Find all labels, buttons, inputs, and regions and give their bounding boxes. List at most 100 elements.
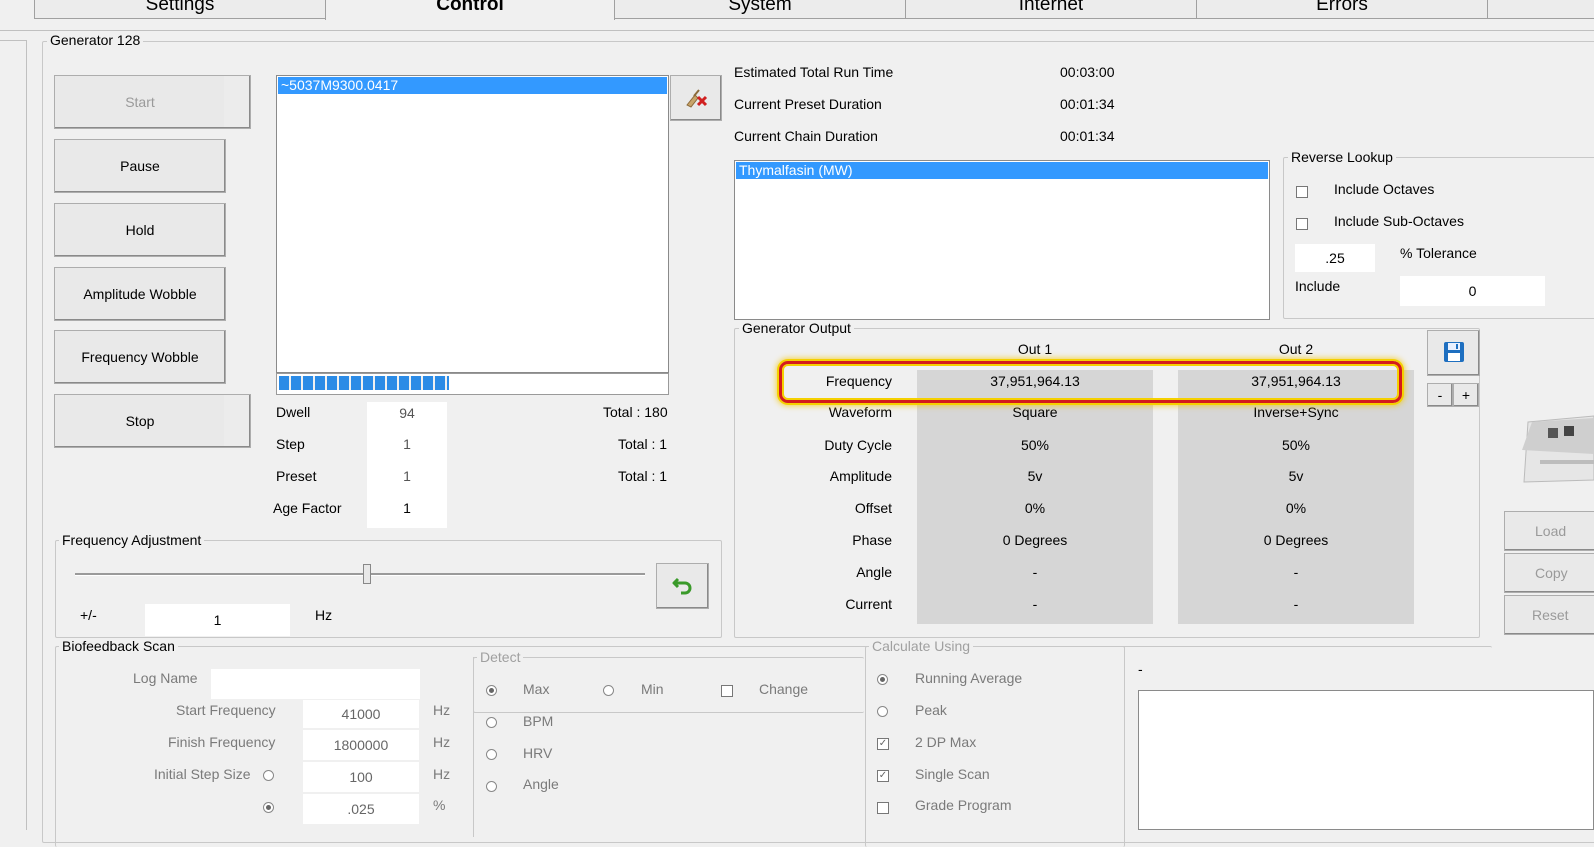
amplitude-wobble-button[interactable]: Amplitude Wobble [54, 267, 226, 321]
out2-waveform: Inverse+Sync [1253, 404, 1339, 420]
running-average-radio[interactable] [877, 674, 888, 685]
save-output-button[interactable] [1427, 330, 1480, 376]
start-button[interactable]: Start [54, 75, 226, 129]
reset-adjustment-button[interactable] [656, 563, 709, 609]
pause-button[interactable]: Pause [54, 139, 226, 193]
tab-errors[interactable]: Errors [1196, 0, 1488, 19]
device-image [1518, 410, 1594, 484]
tab-system[interactable]: System [614, 0, 906, 19]
generator-title: Generator 128 [47, 32, 144, 48]
angle-radio[interactable] [486, 781, 497, 792]
log-name-input[interactable] [211, 669, 420, 699]
tab-internet[interactable]: Internet [905, 0, 1197, 19]
grade-program-checkbox[interactable] [877, 802, 889, 814]
adjust-step-input[interactable] [145, 604, 290, 636]
dwell-progress-fill [279, 376, 449, 390]
generator-output-title: Generator Output [739, 320, 854, 336]
frequency-slider-thumb[interactable] [363, 564, 371, 584]
detect-title: Detect [477, 649, 524, 665]
estimated-run-time-label: Estimated Total Run Time [734, 64, 894, 80]
program-list[interactable]: ~5037M9300.0417 [276, 75, 669, 373]
detect-change-checkbox[interactable] [721, 685, 733, 697]
biofeedback-title: Biofeedback Scan [59, 638, 178, 654]
chain-duration-label: Current Chain Duration [734, 128, 878, 144]
step-size-hz-radio[interactable] [263, 770, 274, 781]
dp-max-label: 2 DP Max [915, 734, 977, 750]
initial-step-size-input[interactable] [303, 762, 419, 792]
age-factor-label: Age Factor [273, 500, 342, 516]
increment-button[interactable]: + [1453, 383, 1479, 407]
include-count-input[interactable] [1400, 276, 1545, 306]
preset-total: Total : 1 [618, 468, 668, 484]
preset-list-item[interactable]: Thymalfasin (MW) [736, 162, 1268, 179]
out2-amplitude: 5v [1288, 468, 1304, 484]
preset-list[interactable]: Thymalfasin (MW) [734, 160, 1270, 320]
tab-settings[interactable]: Settings [34, 0, 326, 19]
detect-divider [473, 657, 474, 837]
tolerance-input[interactable] [1295, 244, 1375, 272]
finish-frequency-input[interactable] [303, 730, 419, 760]
dwell-value: 94 [367, 402, 447, 430]
running-average-label: Running Average [915, 670, 1023, 686]
tab-overflow[interactable] [1487, 0, 1594, 19]
copy-button[interactable]: Copy [1504, 553, 1594, 593]
amplitude-row-label: Amplitude [829, 468, 892, 484]
step-size-percent-radio[interactable] [263, 802, 274, 813]
out1-current: - [1032, 596, 1038, 612]
tab-divider [0, 30, 1594, 31]
adjust-unit-label: Hz [315, 607, 333, 623]
dwell-label: Dwell [276, 404, 311, 420]
peak-radio[interactable] [877, 706, 888, 717]
undo-arrow-icon [671, 573, 695, 600]
include-octaves-label: Include Octaves [1334, 181, 1435, 197]
decrement-button[interactable]: - [1427, 383, 1453, 407]
detect-min-radio[interactable] [603, 685, 614, 696]
detect-change-label: Change [759, 681, 809, 697]
floppy-save-icon [1442, 340, 1466, 367]
dwell-total: Total : 180 [603, 404, 668, 420]
waveform-row-label: Waveform [828, 404, 892, 420]
angle-label: Angle [523, 776, 559, 792]
step-value: 1 [367, 430, 447, 462]
detect-max-radio[interactable] [486, 685, 497, 696]
preset-value: 1 [367, 462, 447, 494]
clear-list-button[interactable] [670, 75, 722, 121]
single-scan-label: Single Scan [915, 766, 990, 782]
step-percent-input[interactable] [303, 794, 419, 824]
hrv-radio[interactable] [486, 749, 497, 760]
stop-button[interactable]: Stop [54, 394, 226, 448]
reset-button[interactable]: Reset [1504, 595, 1594, 635]
tolerance-label: % Tolerance [1400, 245, 1477, 261]
frequency-slider[interactable] [75, 564, 645, 584]
tab-control[interactable]: Control [325, 0, 615, 20]
preset-duration-value: 00:01:34 [1060, 96, 1115, 112]
grade-program-label: Grade Program [915, 797, 1012, 813]
program-list-item[interactable]: ~5037M9300.0417 [278, 77, 667, 94]
preset-duration-label: Current Preset Duration [734, 96, 882, 112]
load-button[interactable]: Load [1504, 511, 1594, 551]
start-frequency-label: Start Frequency [176, 702, 276, 718]
include-sub-octaves-checkbox[interactable] [1296, 218, 1308, 230]
finish-frequency-label: Finish Frequency [168, 734, 276, 750]
out1-offset: 0% [1024, 500, 1046, 516]
dp-max-checkbox[interactable]: ✓ [877, 738, 889, 750]
estimated-run-time-value: 00:03:00 [1060, 64, 1115, 80]
peak-label: Peak [915, 702, 947, 718]
include-label: Include [1295, 278, 1341, 294]
detect-min-label: Min [641, 681, 664, 697]
out1-duty-cycle: 50% [1020, 437, 1050, 453]
include-octaves-checkbox[interactable] [1296, 186, 1308, 198]
single-scan-checkbox[interactable]: ✓ [877, 770, 889, 782]
finish-frequency-unit: Hz [433, 734, 451, 750]
bpm-radio[interactable] [486, 717, 497, 728]
left-frame-edge [26, 40, 27, 830]
angle-row-label: Angle [856, 564, 892, 580]
out1-header: Out 1 [1017, 341, 1053, 357]
out2-duty-cycle: 50% [1281, 437, 1311, 453]
stop-button-tail [224, 394, 251, 448]
hold-button[interactable]: Hold [54, 203, 226, 257]
hrv-label: HRV [523, 745, 553, 761]
frequency-wobble-button[interactable]: Frequency Wobble [54, 330, 226, 384]
dwell-progress-bar [276, 373, 669, 395]
start-frequency-input[interactable] [303, 700, 419, 728]
